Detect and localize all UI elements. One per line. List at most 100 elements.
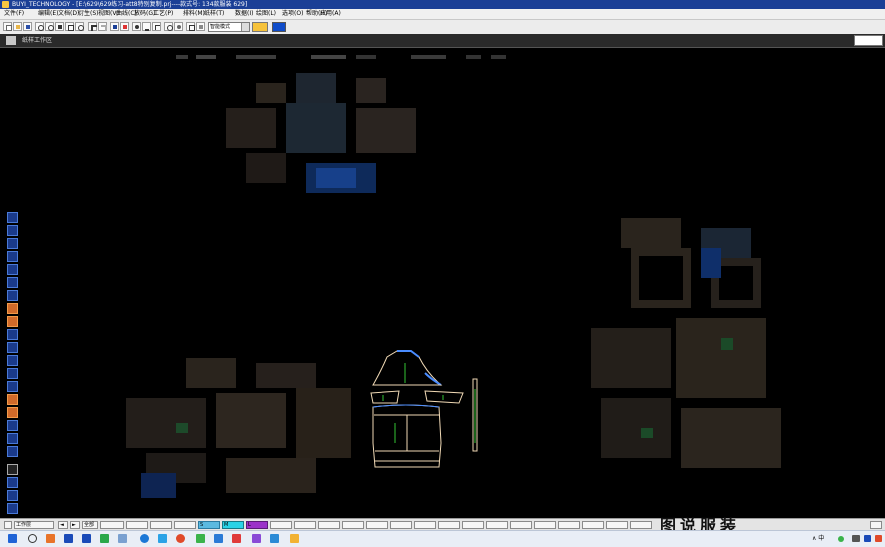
menu-item-edit[interactable]: 编辑(E): [38, 10, 58, 18]
pen-tool-button[interactable]: [120, 22, 129, 31]
blue-color-swatch[interactable]: [272, 22, 286, 32]
tool-arc-icon[interactable]: [7, 342, 18, 353]
status-last-cell[interactable]: [870, 521, 882, 529]
size-l-field[interactable]: L: [246, 521, 268, 529]
tray-notification-icon[interactable]: [875, 535, 882, 542]
tool-mirror-icon[interactable]: [7, 446, 18, 457]
tool-fill-icon[interactable]: [7, 303, 18, 314]
undo-button[interactable]: [88, 22, 97, 31]
drawing-canvas[interactable]: [6, 48, 885, 518]
menu-item-marker[interactable]: 排料(M): [183, 10, 205, 18]
select-arrow-button[interactable]: [110, 22, 119, 31]
layer-button[interactable]: [196, 22, 205, 31]
status-cell[interactable]: [390, 521, 412, 529]
menu-item-process[interactable]: 工艺(P): [153, 10, 173, 18]
status-cell[interactable]: [438, 521, 460, 529]
fit-view-button[interactable]: [55, 22, 64, 31]
app-icon-green-2[interactable]: [196, 534, 205, 543]
pattern-piece-yoke[interactable]: [372, 350, 443, 386]
app-icon-yellow[interactable]: [290, 534, 299, 543]
status-cell[interactable]: [414, 521, 436, 529]
start-icon[interactable]: [8, 534, 17, 543]
menu-item-derive[interactable]: 衍生(S): [78, 10, 99, 18]
new-file-button[interactable]: [3, 22, 12, 31]
tool-vertical-line-icon[interactable]: [7, 251, 18, 262]
app-icon-grey[interactable]: [118, 534, 127, 543]
tool-table-icon[interactable]: [7, 368, 18, 379]
browser-icon[interactable]: [140, 534, 149, 543]
status-cell[interactable]: [342, 521, 364, 529]
tool-plot-icon[interactable]: [7, 503, 18, 514]
tool-measure-icon[interactable]: [7, 355, 18, 366]
tray-status-icon[interactable]: [838, 536, 844, 542]
pattern-piece-band-left[interactable]: [370, 390, 400, 404]
prev-arrow-button[interactable]: ◄: [58, 521, 68, 529]
status-cell[interactable]: [534, 521, 556, 529]
status-cell[interactable]: [510, 521, 532, 529]
tool-angle-icon[interactable]: [7, 329, 18, 340]
layer-field[interactable]: 工作层: [14, 521, 54, 529]
grid-button[interactable]: [186, 22, 195, 31]
pattern-piece-band-right[interactable]: [424, 390, 464, 404]
tool-marker-icon[interactable]: [7, 477, 18, 488]
status-cell[interactable]: [582, 521, 604, 529]
status-cell[interactable]: [486, 521, 508, 529]
menu-item-apply[interactable]: 应用(A): [320, 10, 341, 18]
menu-item-file[interactable]: 文件(F): [4, 10, 24, 18]
status-cell[interactable]: [270, 521, 292, 529]
tool-cut-icon[interactable]: [7, 490, 18, 501]
tool-text-icon[interactable]: [7, 464, 18, 475]
measure-button[interactable]: [142, 22, 151, 31]
menu-item-plot[interactable]: 绘图(L): [256, 10, 276, 18]
tool-piece-icon[interactable]: [7, 316, 18, 327]
menu-item-options[interactable]: 选项(O): [282, 10, 303, 18]
tool-notch-icon[interactable]: [7, 381, 18, 392]
status-first-cell[interactable]: [4, 521, 12, 529]
app-icon-blue-2[interactable]: [82, 534, 91, 543]
accent-color-swatch[interactable]: [252, 22, 268, 32]
app-icon-check[interactable]: [270, 534, 279, 543]
menu-item-data[interactable]: 数据(I): [235, 10, 253, 18]
zoom-window-button[interactable]: [75, 22, 84, 31]
save-button[interactable]: [23, 22, 32, 31]
size-m-field[interactable]: M: [222, 521, 244, 529]
tool-curve-icon[interactable]: [7, 290, 18, 301]
open-folder-button[interactable]: [13, 22, 22, 31]
chrome-icon[interactable]: [176, 534, 185, 543]
pan-button[interactable]: [65, 22, 74, 31]
status-cell[interactable]: [174, 521, 196, 529]
tool-line-icon[interactable]: [7, 238, 18, 249]
app-icon-green[interactable]: [100, 534, 109, 543]
tool-box-icon[interactable]: [7, 277, 18, 288]
app-icon-orange[interactable]: [46, 534, 55, 543]
tool-grade-icon[interactable]: [7, 420, 18, 431]
status-cell[interactable]: [558, 521, 580, 529]
tool-seam-icon[interactable]: [7, 433, 18, 444]
all-sizes-field[interactable]: 全部: [82, 521, 98, 529]
status-cell[interactable]: [294, 521, 316, 529]
tray-network-icon[interactable]: [852, 535, 860, 542]
tool-rectangle-icon[interactable]: [7, 264, 18, 275]
status-cell[interactable]: [366, 521, 388, 529]
tray-app-icon[interactable]: [864, 535, 871, 542]
app-icon-lightblue[interactable]: [158, 534, 167, 543]
status-cell[interactable]: [462, 521, 484, 529]
menu-item-document[interactable]: 文档(D): [58, 10, 79, 18]
status-cell[interactable]: [100, 521, 124, 529]
tool-pleat-icon[interactable]: [7, 407, 18, 418]
search-icon[interactable]: [28, 534, 37, 543]
app-icon-purple[interactable]: [252, 534, 261, 543]
app-icon-blue[interactable]: [64, 534, 73, 543]
mode-select[interactable]: 智能模式: [208, 22, 250, 32]
vscode-icon[interactable]: [214, 534, 223, 543]
tool-point-icon[interactable]: [7, 225, 18, 236]
app-icon-red[interactable]: [232, 534, 241, 543]
size-s-field[interactable]: S: [198, 521, 220, 529]
status-cell[interactable]: [630, 521, 652, 529]
menu-item-pattern[interactable]: 纸样(T): [204, 10, 224, 18]
redo-button[interactable]: [98, 22, 107, 31]
zoom-in-button[interactable]: [35, 22, 44, 31]
status-cell[interactable]: [606, 521, 628, 529]
panel-input-box[interactable]: [854, 35, 883, 46]
zoom-out-button[interactable]: [45, 22, 54, 31]
